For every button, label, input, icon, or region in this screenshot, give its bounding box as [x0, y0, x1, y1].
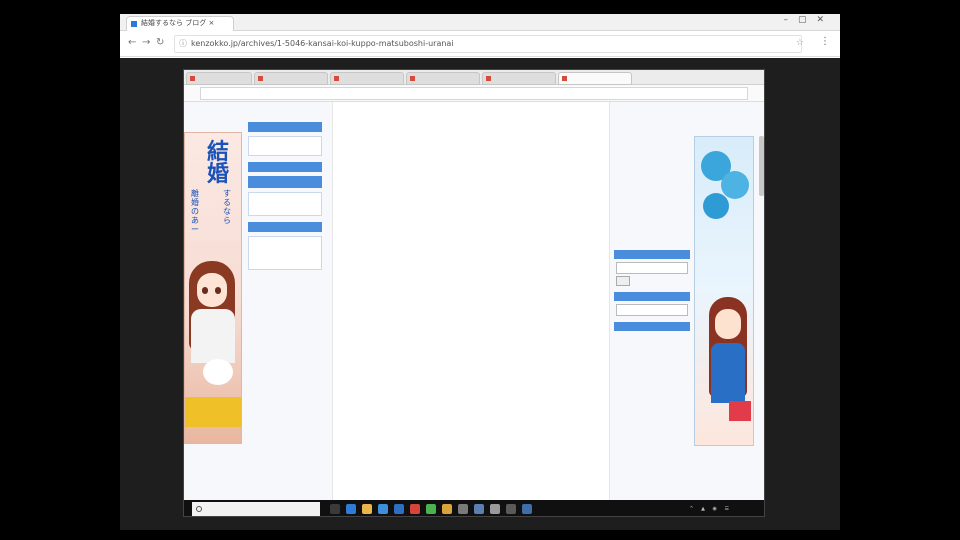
scrollbar[interactable] [759, 136, 764, 196]
app-icon[interactable] [506, 504, 516, 514]
remote-screen[interactable]: 結婚 するなら 離婚のあー ^ ▲ ◉ ☰ [183, 69, 765, 517]
inner-tab[interactable] [482, 72, 556, 85]
outer-tab[interactable]: 結婚するなら ブログ × [126, 16, 234, 31]
outer-tab-strip: 結婚するなら ブログ × –▢✕ [120, 14, 840, 31]
banner-cta[interactable] [185, 397, 241, 427]
sidebar-heading [248, 122, 322, 132]
app-icon[interactable] [490, 504, 500, 514]
banner-bubble [203, 359, 233, 385]
banner-circle [721, 171, 749, 199]
folder-icon[interactable] [362, 504, 372, 514]
character-eye [215, 287, 221, 294]
sidebar-selected-item[interactable] [248, 176, 322, 188]
sidebar-heading [614, 322, 690, 331]
back-icon[interactable]: ← [128, 37, 136, 48]
inner-tab[interactable] [254, 72, 328, 85]
menu-icon[interactable]: ⋮ [820, 36, 830, 47]
favicon-icon [258, 76, 263, 81]
system-tray[interactable]: ^ ▲ ◉ ☰ [689, 506, 732, 512]
window-controls[interactable]: –▢✕ [783, 15, 834, 25]
character-body [191, 309, 235, 363]
character-dress [711, 343, 745, 403]
character-eye [202, 287, 208, 294]
taskbar-search[interactable] [192, 502, 320, 516]
inner-tab-active[interactable] [558, 72, 632, 85]
sidebar-link-list [248, 192, 322, 216]
forward-icon[interactable]: → [142, 37, 150, 48]
task-view-icon[interactable] [330, 504, 340, 514]
address-text: kenzokko.jp/archives/1-5046-kansai-koi-k… [191, 39, 454, 48]
sidebar-heading [248, 222, 322, 232]
search-input[interactable] [616, 262, 688, 274]
inner-toolbar [184, 85, 764, 102]
left-ad-banner[interactable]: 結婚 するなら 離婚のあー [184, 132, 242, 444]
address-bar[interactable]: ⓘ kenzokko.jp/archives/1-5046-kansai-koi… [174, 35, 802, 53]
app-icon[interactable] [522, 504, 532, 514]
app-icon[interactable] [458, 504, 468, 514]
inner-tab[interactable] [186, 72, 252, 85]
right-ad-banner[interactable] [694, 136, 754, 446]
favicon-icon [562, 76, 567, 81]
reload-icon[interactable]: ↻ [156, 37, 164, 48]
favicon-icon [131, 21, 137, 27]
taskbar: ^ ▲ ◉ ☰ [184, 500, 764, 516]
sidebar-heading [614, 292, 690, 301]
outer-toolbar: ← → ↻ ⓘ kenzokko.jp/archives/1-5046-kans… [120, 31, 840, 57]
character-face [715, 309, 741, 339]
banner-badge [729, 401, 751, 421]
search-icon [196, 506, 202, 512]
app-icon[interactable] [426, 504, 436, 514]
favicon-icon [190, 76, 195, 81]
app-icon[interactable] [442, 504, 452, 514]
store-icon[interactable] [378, 504, 388, 514]
favicon-icon [410, 76, 415, 81]
remote-viewer: 結婚 するなら 離婚のあー ^ ▲ ◉ ☰ [120, 58, 840, 530]
inner-address-bar[interactable] [200, 87, 748, 100]
info-icon[interactable]: ⓘ [179, 36, 187, 52]
select-field[interactable] [616, 304, 688, 316]
browser-window: 結婚するなら ブログ × –▢✕ ← → ↻ ⓘ kenzokko.jp/arc… [120, 14, 840, 530]
sidebar-heading [614, 250, 690, 259]
banner-subline: するなら [223, 189, 231, 225]
banner-headline: 結婚 [207, 139, 230, 187]
article-body [332, 102, 610, 500]
blog-page: 結婚 するなら 離婚のあー [184, 102, 764, 500]
bookmark-star-icon[interactable]: ☆ [796, 38, 804, 48]
favicon-icon [486, 76, 491, 81]
outer-tab-title: 結婚するなら ブログ × [141, 19, 215, 27]
inner-tab-strip [184, 70, 764, 85]
sidebar-heading [248, 162, 322, 172]
left-sidebar [248, 122, 322, 500]
inner-tab[interactable] [330, 72, 404, 85]
edge-icon[interactable] [346, 504, 356, 514]
inner-tab[interactable] [406, 72, 480, 85]
app-icon[interactable] [474, 504, 484, 514]
mail-icon[interactable] [394, 504, 404, 514]
banner-circle [703, 193, 729, 219]
app-icon[interactable] [410, 504, 420, 514]
sidebar-box [248, 136, 322, 156]
search-button[interactable] [616, 276, 630, 286]
archive-list [248, 236, 322, 270]
banner-side-text: 離婚のあー [191, 189, 199, 234]
right-sidebar [614, 102, 690, 500]
favicon-icon [334, 76, 339, 81]
